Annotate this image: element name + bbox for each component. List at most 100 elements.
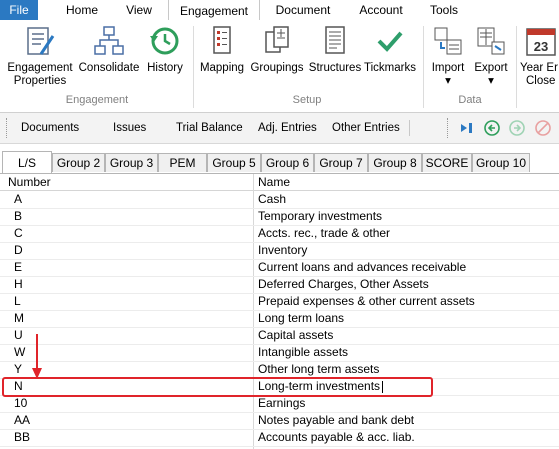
toolbar-grip xyxy=(6,118,9,138)
cell-number[interactable]: W xyxy=(14,344,25,361)
cell-name[interactable]: Accts. rec., trade & other xyxy=(258,225,390,242)
consolidate-button[interactable]: Consolidate xyxy=(77,24,141,75)
table-row[interactable]: M Long term loans xyxy=(0,310,559,328)
import-button[interactable]: Import ▾ xyxy=(427,24,469,88)
menu-account[interactable]: Account xyxy=(346,0,416,20)
engagement-properties-icon xyxy=(27,27,55,55)
tab-ls[interactable]: L/S xyxy=(2,151,52,173)
stop-icon[interactable] xyxy=(535,120,551,136)
tickmark-icon xyxy=(377,31,403,52)
toolbar-adj-entries[interactable]: Adj. Entries xyxy=(258,113,317,143)
cell-number[interactable]: D xyxy=(14,242,23,259)
engagement-group-label: Engagement xyxy=(65,94,129,106)
menu-document[interactable]: Document xyxy=(262,0,344,20)
cell-name[interactable]: Inventory xyxy=(258,242,307,259)
table-row[interactable]: U Capital assets xyxy=(0,327,559,345)
table-row[interactable]: L Prepaid expenses & other current assets xyxy=(0,293,559,311)
consolidate-icon xyxy=(94,26,124,55)
mapping-label: Mapping xyxy=(199,62,245,74)
groupings-button[interactable]: Groupings xyxy=(249,24,305,75)
cell-number[interactable]: A xyxy=(14,191,22,208)
tab-group-5[interactable]: Group 5 xyxy=(207,153,261,172)
table-row[interactable]: AA Notes payable and bank debt xyxy=(0,412,559,430)
mapping-button[interactable]: Mapping xyxy=(197,24,247,75)
highlight-box xyxy=(2,377,433,397)
menu-view[interactable]: View xyxy=(113,0,165,20)
toolbar-documents[interactable]: Documents xyxy=(21,113,79,143)
cell-number[interactable]: M xyxy=(14,310,24,327)
forward-icon[interactable] xyxy=(509,120,525,136)
chevron-down-icon: ▾ xyxy=(445,75,451,87)
cell-name[interactable]: Long term loans xyxy=(258,310,344,327)
cell-name[interactable]: Cash xyxy=(258,191,286,208)
table-row[interactable]: W Intangible assets xyxy=(0,344,559,362)
data-group-label: Data xyxy=(458,94,482,106)
table-row[interactable]: E Current loans and advances receivable xyxy=(0,259,559,277)
cell-number[interactable]: BB xyxy=(14,429,30,446)
history-button[interactable]: History xyxy=(143,24,187,75)
menu-tools[interactable]: Tools xyxy=(418,0,470,20)
cell-number[interactable]: Y xyxy=(14,361,22,378)
tab-group-10[interactable]: Group 10 xyxy=(472,153,530,172)
toolbar-trial-balance[interactable]: Trial Balance xyxy=(176,113,243,143)
cell-number[interactable]: H xyxy=(14,276,23,293)
cell-name[interactable]: Current loans and advances receivable xyxy=(258,259,466,276)
cell-number[interactable]: AA xyxy=(14,412,30,429)
export-icon xyxy=(477,27,505,55)
tab-group-8[interactable]: Group 8 xyxy=(368,153,422,172)
import-label: Import xyxy=(431,62,465,74)
cell-name[interactable]: Prepaid expenses & other current assets xyxy=(258,293,475,310)
tab-pem[interactable]: PEM xyxy=(158,153,207,172)
tab-group-7[interactable]: Group 7 xyxy=(314,153,368,172)
cell-name[interactable]: Accounts payable & acc. liab. xyxy=(258,429,415,446)
engagement-properties-label2: Properties xyxy=(13,75,67,87)
toolbar-issues[interactable]: Issues xyxy=(113,113,146,143)
cell-name[interactable]: Earnings xyxy=(258,395,305,412)
table-row[interactable]: A Cash xyxy=(0,191,559,209)
tab-group-2[interactable]: Group 2 xyxy=(52,153,105,172)
table-row[interactable]: 10 Earnings xyxy=(0,395,559,413)
cell-name[interactable]: Deferred Charges, Other Assets xyxy=(258,276,429,293)
table-row[interactable]: D Inventory xyxy=(0,242,559,260)
export-button[interactable]: Export ▾ xyxy=(470,24,512,88)
menu-engagement[interactable]: Engagement xyxy=(168,0,260,21)
tickmarks-button[interactable]: Tickmarks xyxy=(364,24,416,75)
sheet-tabs: L/S Group 2 Group 3 PEM Group 5 Group 6 … xyxy=(0,151,559,173)
collapse-right-icon[interactable] xyxy=(459,120,475,136)
toolbar: Documents Issues Trial Balance Adj. Entr… xyxy=(0,113,559,144)
cell-name[interactable]: Intangible assets xyxy=(258,344,348,361)
table-row[interactable]: BB Accounts payable & acc. liab. xyxy=(0,429,559,447)
table-row[interactable]: C Accts. rec., trade & other xyxy=(0,225,559,243)
column-header-number[interactable]: Number xyxy=(8,174,51,190)
year-end-close-button[interactable]: 23 Year Er Close xyxy=(520,24,559,88)
menu-file[interactable]: File xyxy=(0,0,38,20)
tab-group-3[interactable]: Group 3 xyxy=(105,153,158,172)
cell-number[interactable]: L xyxy=(14,293,21,310)
calendar-icon: 23 xyxy=(526,28,556,56)
structures-label: Structures xyxy=(308,62,362,74)
tab-group-6[interactable]: Group 6 xyxy=(261,153,314,172)
column-header-name[interactable]: Name xyxy=(258,174,290,190)
import-icon xyxy=(434,27,462,55)
cell-number[interactable]: E xyxy=(14,259,22,276)
cell-name[interactable]: Capital assets xyxy=(258,327,333,344)
cell-number[interactable]: U xyxy=(14,327,23,344)
table-row[interactable]: H Deferred Charges, Other Assets xyxy=(0,276,559,294)
mapping-icon xyxy=(213,26,231,54)
table-row[interactable]: B Temporary investments xyxy=(0,208,559,226)
cell-name[interactable]: Other long term assets xyxy=(258,361,379,378)
menu-home[interactable]: Home xyxy=(52,0,112,20)
ribbon: Engagement Properties Consolidate Histor… xyxy=(0,20,559,113)
cell-number[interactable]: C xyxy=(14,225,23,242)
cell-name[interactable]: Notes payable and bank debt xyxy=(258,412,414,429)
cell-name[interactable]: Temporary investments xyxy=(258,208,382,225)
engagement-properties-button[interactable]: Engagement Properties xyxy=(4,24,76,88)
tab-score[interactable]: SCORE xyxy=(422,153,472,172)
structures-button[interactable]: Structures xyxy=(307,24,363,75)
toolbar-other-entries[interactable]: Other Entries xyxy=(332,113,400,143)
cell-number[interactable]: B xyxy=(14,208,22,225)
ribbon-divider xyxy=(423,26,424,108)
cell-number[interactable]: 10 xyxy=(14,395,27,412)
back-icon[interactable] xyxy=(484,120,500,136)
history-label: History xyxy=(147,62,183,74)
